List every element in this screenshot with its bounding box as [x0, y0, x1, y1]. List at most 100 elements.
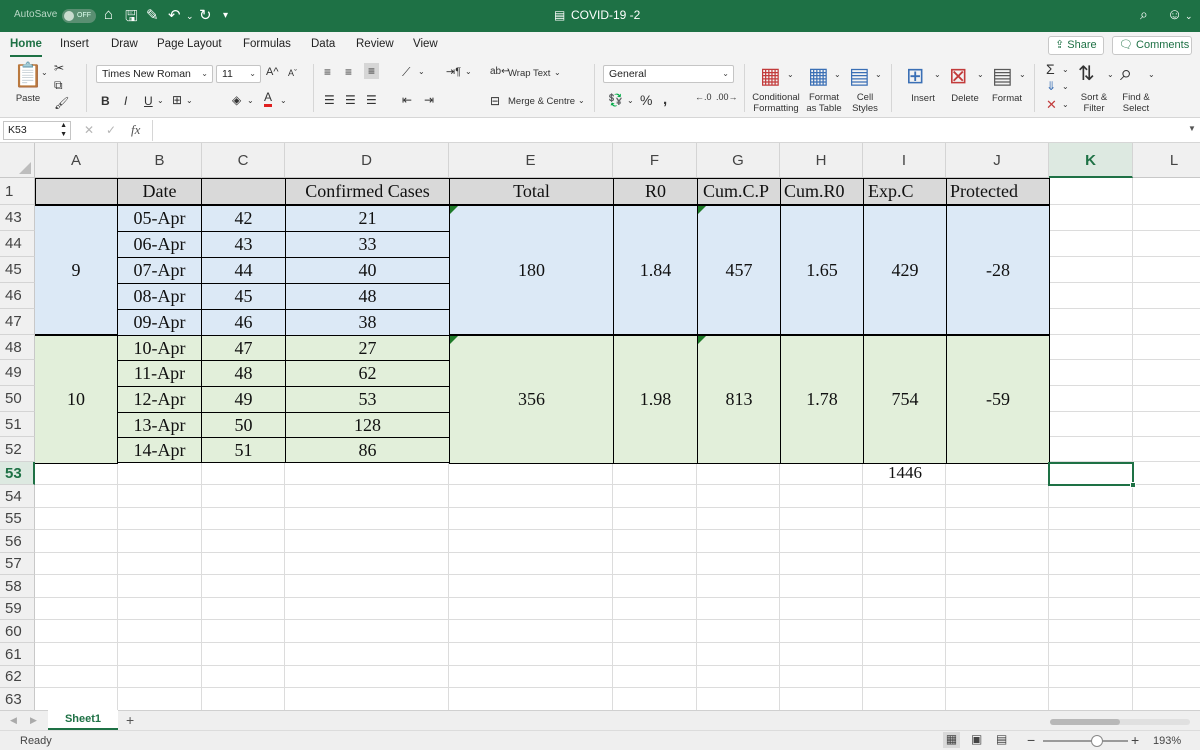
- font-size-select[interactable]: 11 ⌄: [216, 65, 261, 83]
- row-header-63[interactable]: 63: [0, 688, 35, 710]
- delete-cells-dropdown-icon[interactable]: ⌄: [977, 70, 984, 79]
- column-header-g[interactable]: G: [697, 143, 780, 178]
- font-name-select[interactable]: Times New Roman ⌄: [96, 65, 213, 83]
- decrease-decimal-icon[interactable]: .00→: [716, 92, 738, 102]
- customize-toolbar-icon[interactable]: ▾: [223, 10, 228, 21]
- day-index-cell[interactable]: 44: [201, 257, 286, 284]
- week-number[interactable]: 9: [35, 205, 118, 335]
- wrap-text-dropdown-icon[interactable]: ⌄: [554, 68, 561, 77]
- date-cell[interactable]: 10-Apr: [117, 335, 202, 361]
- smiley-icon[interactable]: ☺: [1167, 6, 1182, 23]
- row-header-49[interactable]: 49: [0, 360, 35, 386]
- day-index-cell[interactable]: 42: [201, 205, 286, 232]
- protected-cell[interactable]: -59: [946, 335, 1050, 464]
- sort-filter-icon[interactable]: ⇅: [1078, 61, 1095, 86]
- header-date[interactable]: Date: [117, 178, 202, 205]
- conditional-formatting-dropdown-icon[interactable]: ⌄: [787, 70, 794, 79]
- underline-dropdown-icon[interactable]: ⌄: [157, 96, 164, 105]
- tab-draw[interactable]: Draw: [111, 38, 138, 50]
- column-header-d[interactable]: D: [285, 143, 449, 178]
- error-indicator-icon[interactable]: [698, 336, 706, 344]
- align-right-icon[interactable]: ☰: [366, 93, 377, 107]
- horizontal-scrollbar[interactable]: [1050, 719, 1190, 725]
- column-header-a[interactable]: A: [35, 143, 118, 178]
- total-cell[interactable]: 356: [449, 335, 614, 464]
- italic-icon[interactable]: I: [124, 94, 127, 108]
- cum-r0-cell[interactable]: 1.65: [780, 205, 864, 335]
- orientation-dropdown-icon[interactable]: ⌄: [418, 67, 425, 76]
- cancel-icon[interactable]: ✕: [84, 123, 94, 137]
- fill-handle[interactable]: [1130, 482, 1136, 488]
- tab-review[interactable]: Review: [356, 38, 394, 50]
- row-header-53[interactable]: 53: [0, 462, 35, 485]
- column-header-l[interactable]: L: [1133, 143, 1200, 178]
- comma-style-icon[interactable]: ,: [663, 91, 667, 108]
- column-header-h[interactable]: H: [780, 143, 863, 178]
- expand-formula-bar-icon[interactable]: ▼: [1188, 124, 1196, 133]
- zoom-slider-thumb[interactable]: [1091, 735, 1103, 747]
- clear-icon[interactable]: ✕: [1046, 97, 1057, 113]
- row-header-1[interactable]: 1: [0, 178, 35, 205]
- header-cum-r0[interactable]: Cum.R0: [780, 178, 864, 205]
- formula-input[interactable]: [152, 120, 1182, 141]
- date-cell[interactable]: 09-Apr: [117, 309, 202, 336]
- week-number[interactable]: 10: [35, 335, 118, 464]
- autosave-toggle[interactable]: OFF: [62, 9, 96, 23]
- date-cell[interactable]: 14-Apr: [117, 437, 202, 463]
- column-header-i[interactable]: I: [863, 143, 946, 178]
- undo-dropdown-icon[interactable]: ⌄: [186, 11, 194, 22]
- row-header-56[interactable]: 56: [0, 530, 35, 553]
- exp-c-cell[interactable]: 429: [863, 205, 947, 335]
- confirmed-cases-cell[interactable]: 48: [285, 283, 450, 310]
- format-painter-icon[interactable]: 🖌: [54, 96, 69, 110]
- insert-cells-dropdown-icon[interactable]: ⌄: [934, 70, 941, 79]
- comments-button[interactable]: 🗨 Comments: [1112, 36, 1192, 55]
- format-as-table-dropdown-icon[interactable]: ⌄: [834, 70, 841, 79]
- redo-icon[interactable]: ↻: [199, 6, 212, 24]
- find-select-dropdown-icon[interactable]: ⌄: [1148, 70, 1155, 79]
- borders-icon[interactable]: ⊞: [172, 93, 182, 107]
- cum-r0-cell[interactable]: 1.78: [780, 335, 864, 464]
- total-cell[interactable]: 180: [449, 205, 614, 335]
- column-header-k[interactable]: K: [1049, 143, 1133, 178]
- date-cell[interactable]: 12-Apr: [117, 386, 202, 413]
- confirmed-cases-cell[interactable]: 86: [285, 437, 450, 463]
- cum-cp-cell[interactable]: 813: [697, 335, 781, 464]
- confirmed-cases-cell[interactable]: 62: [285, 360, 450, 387]
- zoom-in-icon[interactable]: +: [1131, 732, 1139, 748]
- font-color-dropdown-icon[interactable]: ⌄: [280, 96, 287, 105]
- select-all-corner[interactable]: [0, 143, 35, 178]
- confirmed-cases-cell[interactable]: 128: [285, 412, 450, 438]
- confirmed-cases-cell[interactable]: 27: [285, 335, 450, 361]
- confirmed-cases-cell[interactable]: 40: [285, 257, 450, 284]
- align-center-icon[interactable]: ☰: [345, 93, 356, 107]
- zoom-slider[interactable]: [1043, 735, 1128, 747]
- page-layout-view-icon[interactable]: ▣: [971, 732, 982, 746]
- day-index-cell[interactable]: 47: [201, 335, 286, 361]
- find-select-icon[interactable]: ⌕: [1120, 60, 1132, 86]
- date-cell[interactable]: 13-Apr: [117, 412, 202, 438]
- row-header-46[interactable]: 46: [0, 283, 35, 309]
- merge-centre-dropdown-icon[interactable]: ⌄: [578, 96, 585, 105]
- autosum-icon[interactable]: Σ: [1046, 61, 1055, 77]
- undo-icon[interactable]: ↶: [168, 6, 181, 24]
- error-indicator-icon[interactable]: [450, 206, 458, 214]
- day-index-cell[interactable]: 49: [201, 386, 286, 413]
- bold-icon[interactable]: B: [101, 94, 110, 108]
- selected-cell-k53[interactable]: [1048, 462, 1136, 488]
- spreadsheet-grid[interactable]: ABCDEFGHIJKL 1 43 44 45 46 47 48 49 50 51 52 53 54 55…: [0, 143, 1200, 710]
- tab-formulas[interactable]: Formulas: [243, 38, 291, 50]
- confirmed-cases-cell[interactable]: 33: [285, 231, 450, 258]
- row-header-52[interactable]: 52: [0, 437, 35, 462]
- align-left-icon[interactable]: ☰: [324, 93, 335, 107]
- conditional-formatting-icon[interactable]: ▦: [760, 63, 781, 89]
- text-direction-dropdown-icon[interactable]: ⌄: [465, 67, 472, 76]
- increase-decimal-icon[interactable]: ←.0: [695, 92, 712, 102]
- day-index-cell[interactable]: 48: [201, 360, 286, 387]
- format-cells-icon[interactable]: ▤: [992, 63, 1013, 89]
- tab-data[interactable]: Data: [311, 38, 335, 50]
- smiley-dropdown-icon[interactable]: ⌄: [1185, 11, 1193, 22]
- tab-insert[interactable]: Insert: [60, 38, 89, 50]
- row-header-50[interactable]: 50: [0, 386, 35, 412]
- align-top-icon[interactable]: ≡: [324, 65, 331, 79]
